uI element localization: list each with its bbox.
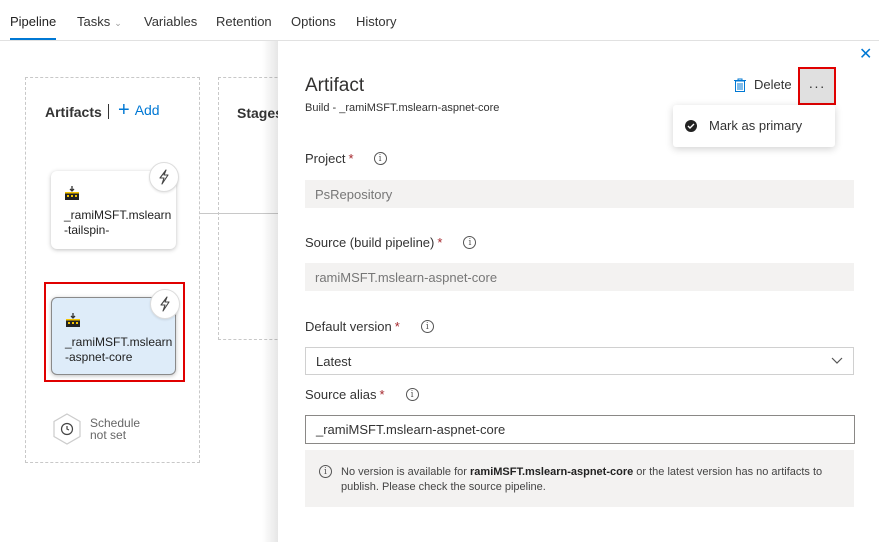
default-version-value: Latest: [316, 353, 352, 369]
artifact-name: _ramiMSFT.mslearn-tailspin-: [64, 208, 172, 237]
delete-label: Delete: [754, 77, 792, 92]
clock-icon: [53, 413, 81, 445]
source-label-text: Source (build pipeline): [305, 235, 435, 250]
build-icon: [64, 185, 80, 204]
source-alias-label-text: Source alias: [305, 387, 377, 402]
info-icon[interactable]: i: [405, 388, 419, 401]
tab-bar: Pipeline Tasks ⌄ Variables Retention Opti…: [0, 0, 879, 41]
tab-pipeline[interactable]: Pipeline: [10, 14, 56, 29]
panel-title: Artifact: [305, 75, 365, 96]
tab-tasks-label: Tasks: [77, 14, 111, 29]
artifacts-section: [25, 77, 200, 463]
tab-options[interactable]: Options: [291, 14, 336, 29]
artifact-card-selected[interactable]: _ramiMSFT.mslearn-aspnet-core: [51, 289, 180, 375]
add-artifact-button[interactable]: + Add: [118, 99, 160, 121]
lightning-icon: [159, 169, 169, 185]
info-message-text: No version is available for ramiMSFT.msl…: [341, 465, 831, 495]
source-alias-label: Source alias * i: [305, 387, 419, 402]
active-tab-indicator: [10, 38, 56, 40]
delete-button[interactable]: Delete: [734, 77, 792, 92]
schedule-line2: not set: [90, 428, 127, 442]
trash-icon: [734, 78, 746, 92]
lightning-icon: [160, 296, 170, 312]
chevron-down-icon: [831, 357, 843, 364]
info-message-bar: i No version is available for ramiMSFT.m…: [305, 450, 854, 507]
source-value: ramiMSFT.mslearn-aspnet-core: [315, 269, 498, 285]
source-alias-value: _ramiMSFT.mslearn-aspnet-core: [316, 422, 506, 437]
menu-item-mark-as-primary[interactable]: Mark as primary: [685, 118, 802, 133]
source-alias-input[interactable]: _ramiMSFT.mslearn-aspnet-core: [305, 415, 855, 444]
more-actions-menu: Mark as primary: [673, 105, 835, 147]
project-label-text: Project: [305, 151, 346, 166]
message-pipeline-name: ramiMSFT.mslearn-aspnet-core: [470, 466, 634, 478]
artifacts-title: Artifacts: [45, 104, 102, 120]
project-label: Project * i: [305, 151, 387, 166]
menu-item-label: Mark as primary: [709, 118, 803, 133]
close-icon[interactable]: ✕: [859, 47, 872, 63]
default-version-label: Default version * i: [305, 319, 434, 334]
message-prefix: No version is available for: [341, 466, 471, 478]
title-separator: [108, 104, 109, 119]
default-version-label-text: Default version: [305, 319, 392, 334]
artifact-card[interactable]: _ramiMSFT.mslearn-tailspin-: [51, 162, 179, 249]
project-field: PsRepository: [305, 180, 854, 208]
schedule-trigger[interactable]: Schedule not set: [52, 413, 140, 445]
tab-retention[interactable]: Retention: [216, 14, 272, 29]
source-field: ramiMSFT.mslearn-aspnet-core: [305, 263, 854, 291]
required-marker: *: [394, 319, 400, 334]
panel-subtitle: Build - _ramiMSFT.mslearn-aspnet-core: [305, 102, 500, 114]
tab-variables[interactable]: Variables: [144, 14, 197, 29]
default-version-select[interactable]: Latest: [305, 347, 854, 375]
required-marker: *: [437, 235, 443, 250]
continuous-deployment-trigger-button[interactable]: [149, 162, 179, 192]
required-marker: *: [348, 151, 354, 166]
add-label: Add: [134, 102, 160, 118]
chevron-down-icon: ⌄: [114, 18, 122, 28]
tab-history[interactable]: History: [356, 14, 396, 29]
info-icon[interactable]: i: [463, 236, 477, 249]
continuous-deployment-trigger-button[interactable]: [150, 289, 180, 319]
source-label: Source (build pipeline) * i: [305, 235, 477, 250]
plus-icon: +: [118, 99, 130, 121]
artifact-name: _ramiMSFT.mslearn-aspnet-core: [65, 335, 173, 364]
info-icon[interactable]: i: [420, 320, 434, 333]
tab-tasks[interactable]: Tasks ⌄: [77, 14, 122, 29]
info-icon: i: [319, 465, 332, 478]
required-marker: *: [379, 387, 385, 402]
schedule-label: Schedule not set: [90, 417, 140, 441]
project-value: PsRepository: [315, 186, 393, 202]
check-circle-icon: [685, 119, 697, 132]
build-icon: [65, 312, 81, 331]
highlight-box: [798, 67, 836, 105]
info-icon[interactable]: i: [373, 152, 387, 165]
